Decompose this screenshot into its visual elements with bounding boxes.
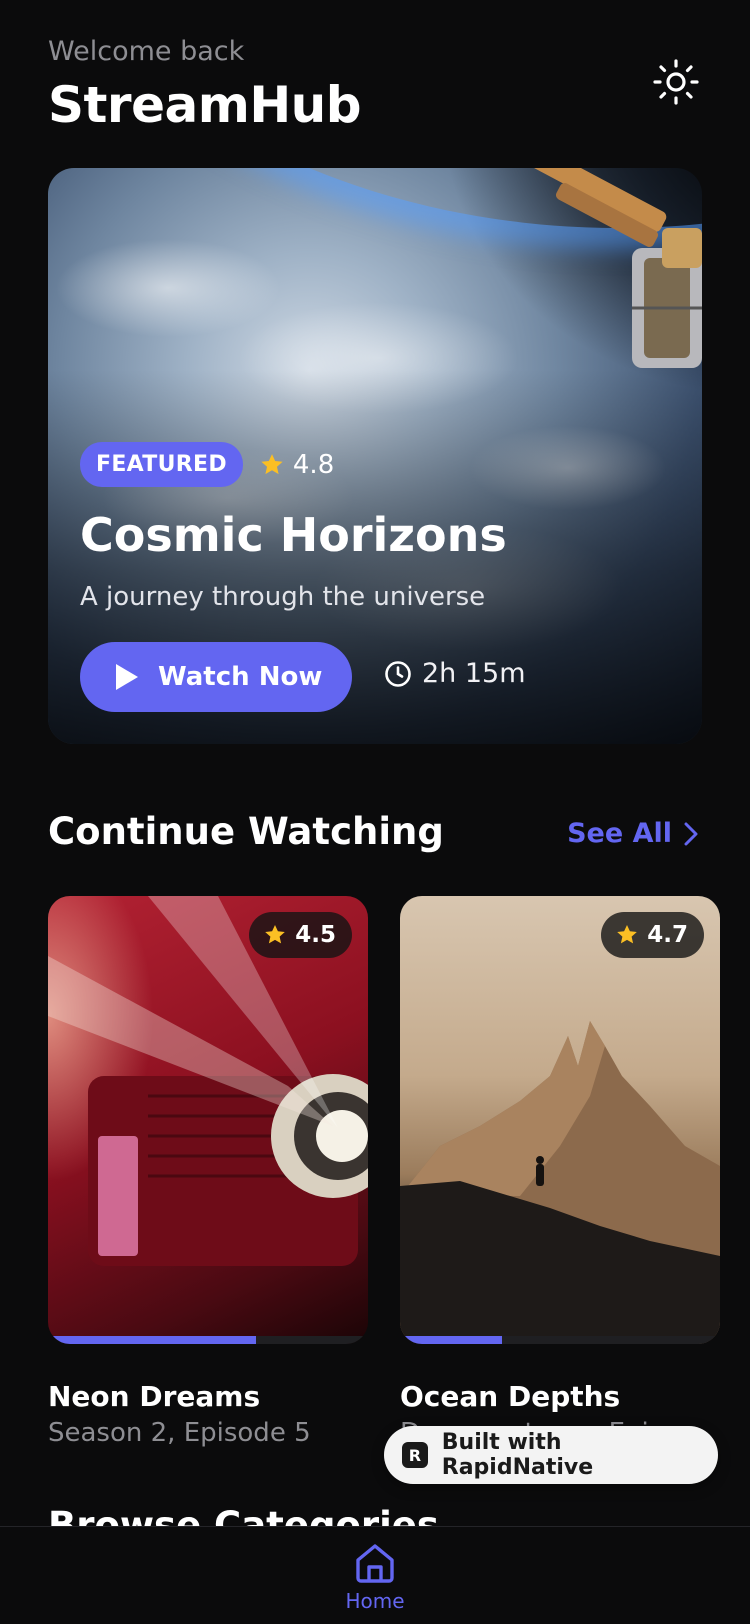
card-rating-badge: 4.5: [249, 912, 352, 958]
hero-badge-row: FEATURED 4.8: [80, 442, 334, 487]
continue-card-neon-dreams[interactable]: 4.5 Neon Dreams Season 2, Episode 5: [48, 896, 368, 1448]
card-rating-value: 4.7: [647, 922, 688, 948]
watch-progress-fill: [400, 1336, 503, 1344]
see-all-link[interactable]: See All: [567, 818, 698, 849]
featured-hero-card[interactable]: FEATURED 4.8 Cosmic Horizons A journey t…: [48, 168, 702, 744]
hero-subtitle: A journey through the universe: [80, 582, 486, 612]
header: Welcome back StreamHub: [48, 36, 702, 136]
card-title: Neon Dreams: [48, 1380, 261, 1413]
star-icon: [617, 925, 638, 944]
built-with-rapidnative-badge[interactable]: R Built with RapidNative: [384, 1426, 718, 1484]
projector-illustration: [48, 896, 368, 1266]
theme-toggle-button[interactable]: [650, 56, 702, 108]
play-icon: [116, 664, 138, 690]
welcome-text: Welcome back: [48, 36, 245, 67]
bottom-tab-bar: Home: [0, 1526, 750, 1624]
mountain-illustration: [400, 1021, 720, 1344]
watch-progress-fill: [48, 1336, 256, 1344]
duration-value: 2h 15m: [422, 658, 526, 689]
watch-now-button[interactable]: Watch Now: [80, 642, 352, 712]
sun-icon: [653, 59, 699, 105]
watch-progress-bar: [400, 1336, 720, 1344]
card-rating-badge: 4.7: [601, 912, 704, 958]
card-thumbnail-mountain: 4.7: [400, 896, 720, 1344]
app-title: StreamHub: [48, 76, 362, 134]
watch-progress-bar: [48, 1336, 368, 1344]
continue-watching-title: Continue Watching: [48, 810, 444, 853]
continue-card-ocean-depths[interactable]: 4.7 Ocean Depths Documentary • Episode 3: [400, 896, 720, 1448]
tab-home[interactable]: Home: [335, 1541, 415, 1624]
star-icon: [265, 925, 286, 944]
featured-badge: FEATURED: [80, 442, 243, 487]
card-subtitle: Season 2, Episode 5: [48, 1418, 311, 1448]
hero-rating: 4.8: [259, 450, 334, 480]
home-icon: [356, 1544, 394, 1583]
hero-title: Cosmic Horizons: [80, 508, 507, 562]
star-icon: [261, 453, 283, 474]
see-all-label: See All: [567, 818, 672, 849]
watch-now-label: Watch Now: [158, 662, 323, 692]
tab-home-label: Home: [345, 1589, 405, 1613]
chevron-right-icon: [684, 822, 698, 845]
card-title: Ocean Depths: [400, 1380, 621, 1413]
hero-rating-value: 4.8: [292, 449, 335, 480]
duration: 2h 15m: [384, 658, 526, 689]
card-thumbnail-projector: 4.5: [48, 896, 368, 1344]
card-rating-value: 4.5: [295, 922, 336, 948]
built-with-label: Built with RapidNative: [441, 1430, 594, 1480]
rapidnative-logo-icon: R: [402, 1442, 428, 1468]
clock-icon: [385, 660, 411, 687]
